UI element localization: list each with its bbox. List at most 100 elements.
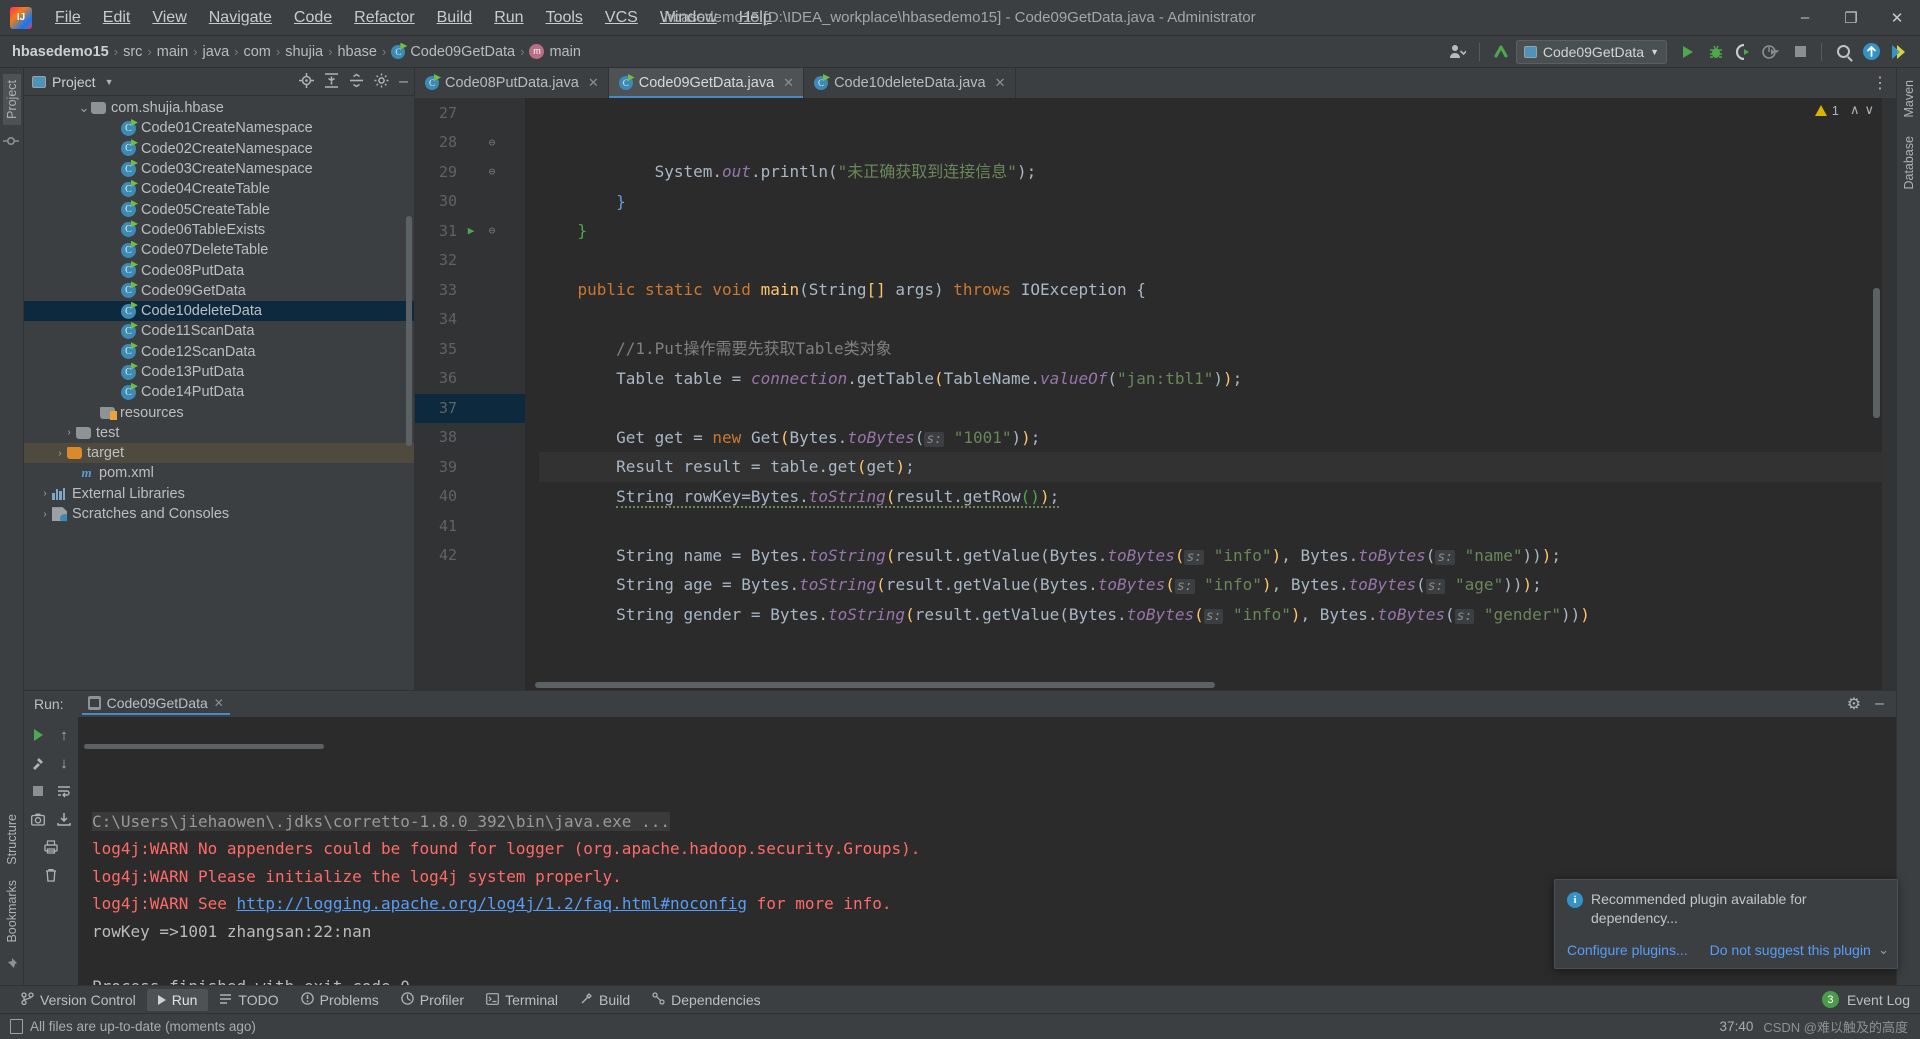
next-problem-icon[interactable]: ∨ <box>1864 102 1874 118</box>
camera-icon[interactable] <box>26 807 50 831</box>
editor-horizontal-scrollbar[interactable] <box>535 682 1215 688</box>
caret-position[interactable]: 37:40 <box>1720 1019 1754 1034</box>
menu-run[interactable]: Run <box>483 5 534 31</box>
code-line[interactable]: String gender = Bytes.toString(result.ge… <box>539 600 1882 630</box>
tree-node[interactable]: › test <box>24 423 414 443</box>
debug-button[interactable] <box>1703 39 1729 65</box>
collapse-all-icon[interactable] <box>349 73 364 91</box>
stop-process-icon[interactable] <box>26 779 50 803</box>
menu-view[interactable]: View <box>141 5 197 31</box>
project-settings-icon[interactable] <box>374 73 389 91</box>
tree-node[interactable]: ⌄ com.shujia.hbase <box>24 98 414 118</box>
tree-node[interactable]: Code13PutData <box>24 362 414 382</box>
menu-window[interactable]: Window <box>649 5 728 31</box>
gutter-line[interactable]: 30 <box>415 187 525 217</box>
scroll-down-icon[interactable]: ↓ <box>52 751 76 775</box>
user-account-icon[interactable] <box>1445 39 1471 65</box>
bottom-tab-dependencies[interactable]: Dependencies <box>641 989 772 1011</box>
run-button[interactable] <box>1675 39 1701 65</box>
bottom-tab-run[interactable]: Run <box>146 988 209 1011</box>
vcs-update-icon[interactable] <box>1488 39 1514 65</box>
close-tab-icon[interactable]: ✕ <box>783 75 794 91</box>
gutter-line[interactable]: 38 <box>415 423 525 453</box>
pin-icon[interactable] <box>3 957 21 975</box>
editor-vertical-scrollbar[interactable] <box>1873 288 1880 418</box>
profiler-button[interactable] <box>1759 39 1785 65</box>
code-line[interactable] <box>539 305 1882 335</box>
tool-tab-maven[interactable]: Maven <box>1900 74 1918 124</box>
tree-node[interactable]: Code04CreateTable <box>24 179 414 199</box>
code-line[interactable]: String rowKey=Bytes.toString(result.getR… <box>539 482 1882 512</box>
fold-icon[interactable]: ⊖ <box>481 136 503 149</box>
breadcrumb-item-main[interactable]: main <box>157 44 188 60</box>
gutter-line[interactable]: 40 <box>415 482 525 512</box>
tree-node[interactable]: Code10deleteData <box>24 300 414 322</box>
breadcrumb-item-java[interactable]: java <box>203 44 230 60</box>
tree-node[interactable]: Code07DeleteTable <box>24 240 414 260</box>
bottom-tab-problems[interactable]: Problems <box>290 989 390 1011</box>
gutter-line[interactable]: 36 <box>415 364 525 394</box>
tree-node[interactable]: Code01CreateNamespace <box>24 118 414 138</box>
code-line[interactable]: String name = Bytes.toString(result.getV… <box>539 541 1882 571</box>
tree-expand-arrow-icon[interactable]: › <box>38 509 52 520</box>
menu-build[interactable]: Build <box>426 5 484 31</box>
locate-icon[interactable] <box>299 72 315 91</box>
configure-plugins-link[interactable]: Configure plugins... <box>1567 942 1688 958</box>
update-project-icon[interactable] <box>1858 39 1884 65</box>
do-not-suggest-link[interactable]: Do not suggest this plugin <box>1710 942 1871 958</box>
menu-help[interactable]: Help <box>728 5 783 31</box>
export-icon[interactable] <box>52 807 76 831</box>
project-tree[interactable]: ⌄ com.shujia.hbase Code01CreateNamespace Co… <box>24 96 414 690</box>
code-content[interactable]: System.out.println("未正确获取到连接信息"); } } pu… <box>525 98 1882 690</box>
tree-node[interactable]: m pom.xml <box>24 463 414 483</box>
clear-all-icon[interactable] <box>39 863 63 887</box>
console-scrollbar[interactable] <box>84 744 324 749</box>
fold-icon[interactable]: ⊖ <box>481 165 503 178</box>
tree-node[interactable]: Code12ScanData <box>24 342 414 362</box>
close-run-tab-icon[interactable]: ✕ <box>214 696 224 710</box>
event-log-label[interactable]: Event Log <box>1847 992 1910 1008</box>
print-icon[interactable] <box>39 835 63 859</box>
breadcrumb-item-shujia[interactable]: shujia <box>285 44 323 60</box>
console-link[interactable]: http://logging.apache.org/log4j/1.2/faq.… <box>237 894 748 913</box>
editor-tab-code08[interactable]: Code08PutData.java ✕ <box>415 68 609 98</box>
menu-file[interactable]: File <box>44 5 92 31</box>
menu-edit[interactable]: Edit <box>92 5 142 31</box>
code-line[interactable]: System.out.println("未正确获取到连接信息"); <box>539 157 1882 187</box>
tool-tab-bookmarks[interactable]: Bookmarks <box>3 874 21 949</box>
code-line[interactable]: public static void main(String[] args) t… <box>539 275 1882 305</box>
settings-icon[interactable] <box>1886 39 1912 65</box>
run-configuration-selector[interactable]: Code09GetData ▼ <box>1515 39 1667 64</box>
tree-node[interactable]: Code02CreateNamespace <box>24 139 414 159</box>
code-editor[interactable]: 1 ∧ ∨ 27 28 ⊖ 29 ⊖ 30 31 ▶ ⊖ 32 33 34 35 36 37 38 39 40 41… <box>415 98 1896 690</box>
gutter-line[interactable]: 41 <box>415 511 525 541</box>
code-line[interactable]: } <box>539 187 1882 217</box>
chevron-down-icon[interactable]: ▼ <box>1650 47 1659 57</box>
gutter-line[interactable]: 34 <box>415 305 525 335</box>
code-line[interactable] <box>539 393 1882 423</box>
code-line[interactable] <box>539 246 1882 276</box>
code-line[interactable]: //1.Put操作需要先获取Table类对象 <box>539 334 1882 364</box>
soft-wrap-icon[interactable] <box>52 779 76 803</box>
more-options-icon[interactable]: ⋮ <box>1872 73 1888 93</box>
tree-node[interactable]: Code08PutData <box>24 260 414 280</box>
editor-tab-code10[interactable]: Code10deleteData.java ✕ <box>804 68 1016 98</box>
breadcrumb-item-src[interactable]: src <box>123 44 142 60</box>
gutter-line[interactable]: 29 ⊖ <box>415 157 525 187</box>
tree-node[interactable]: Code14PutData <box>24 382 414 402</box>
plugin-notification[interactable]: i Recommended plugin available for depen… <box>1554 879 1898 969</box>
tree-expand-arrow-icon[interactable]: › <box>38 488 52 499</box>
tool-tab-project[interactable]: Project <box>2 74 21 125</box>
tree-node[interactable]: resources <box>24 402 414 422</box>
gutter-line[interactable]: 32 <box>415 246 525 276</box>
run-tab-code09getdata[interactable]: Code09GetData ✕ <box>81 693 230 715</box>
run-settings-icon[interactable]: ⚙ <box>1847 694 1861 714</box>
tree-node[interactable]: Code06TableExists <box>24 220 414 240</box>
editor-tab-code09[interactable]: Code09GetData.java ✕ <box>608 68 805 98</box>
bottom-tab-profiler[interactable]: Profiler <box>390 989 475 1011</box>
gutter-line[interactable]: 37 <box>415 393 525 423</box>
stop-button[interactable] <box>1787 39 1813 65</box>
maximize-button[interactable]: ❐ <box>1828 1 1874 35</box>
gutter-line[interactable]: 31 ▶ ⊖ <box>415 216 525 246</box>
gutter-line[interactable]: 33 <box>415 275 525 305</box>
